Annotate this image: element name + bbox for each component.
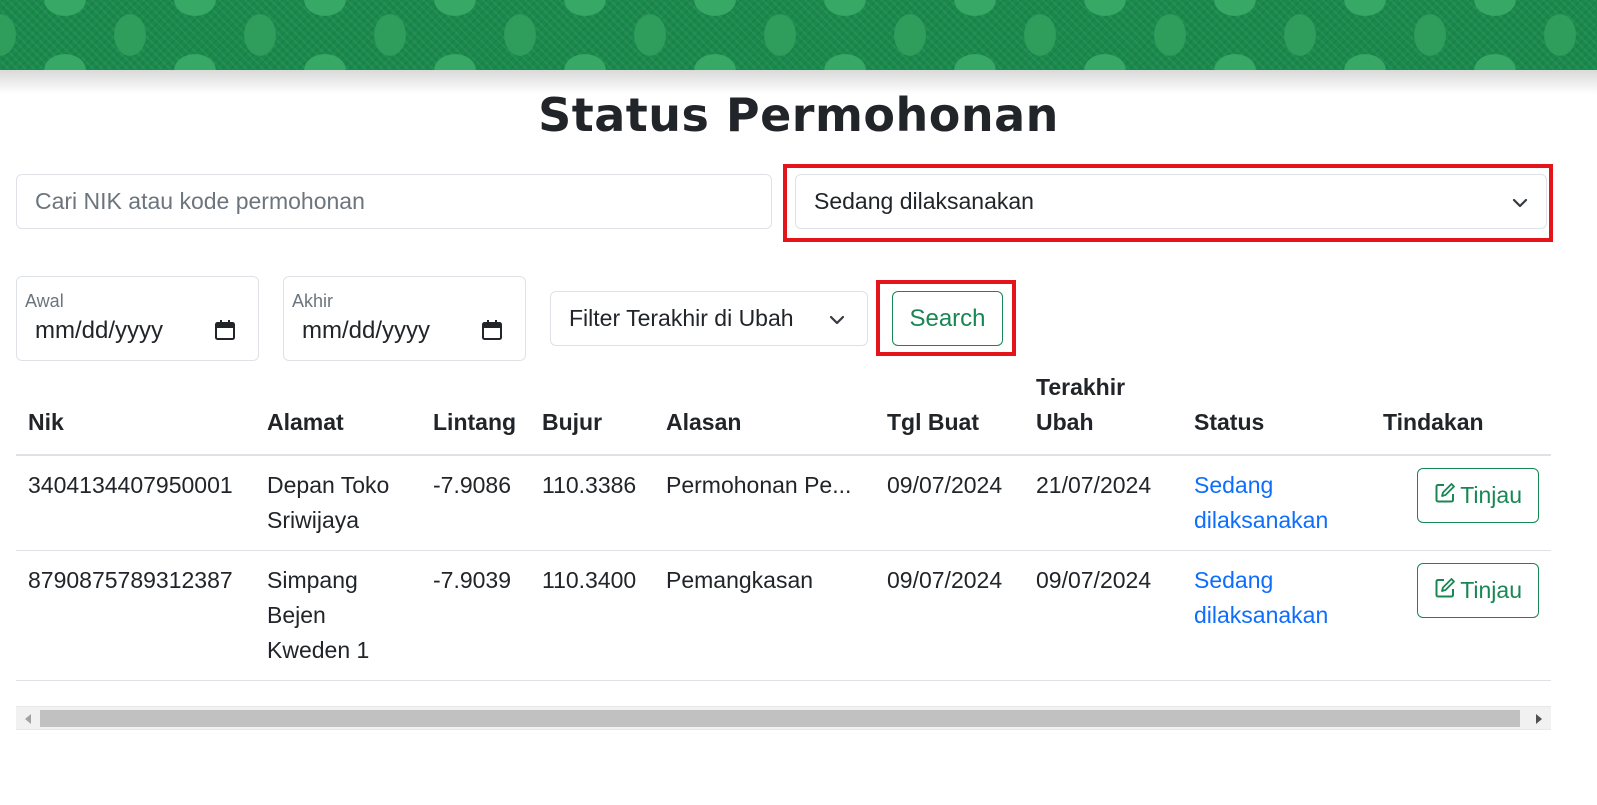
date-start-field[interactable]: Awal mm/dd/yyyy xyxy=(16,276,259,361)
cell-nik: 3404134407950001 xyxy=(16,455,255,551)
col-header-tindakan: Tindakan xyxy=(1371,370,1551,456)
cell-alamat-line: Sriwijaya xyxy=(267,507,360,533)
requests-table: Nik Alamat Lintang Bujur Alasan Tgl Buat… xyxy=(16,370,1551,681)
col-header-lintang[interactable]: Lintang xyxy=(421,370,530,456)
chevron-down-icon xyxy=(1510,192,1530,219)
date-end-field[interactable]: Akhir mm/dd/yyyy xyxy=(283,276,526,361)
page-title: Status Permohonan xyxy=(538,88,1059,142)
header-banner xyxy=(0,0,1597,70)
cell-bujur: 110.3386 xyxy=(530,455,654,551)
cell-alamat-line: Simpang xyxy=(267,567,358,593)
edit-icon xyxy=(1434,482,1456,510)
status-line: dilaksanakan xyxy=(1194,602,1329,628)
sort-filter-select[interactable]: Filter Terakhir di Ubah xyxy=(550,291,868,346)
cell-lintang: -7.9039 xyxy=(421,550,530,681)
cell-bujur: 110.3400 xyxy=(530,550,654,681)
cell-tgl-buat: 09/07/2024 xyxy=(875,455,1024,551)
cell-terakhir-ubah: 21/07/2024 xyxy=(1024,455,1182,551)
cell-terakhir-ubah: 09/07/2024 xyxy=(1024,550,1182,681)
status-line: Sedang xyxy=(1194,472,1274,498)
col-header-bujur[interactable]: Bujur xyxy=(530,370,654,456)
cell-action: Tinjau xyxy=(1371,455,1551,551)
cell-status[interactable]: Sedang dilaksanakan xyxy=(1182,550,1371,681)
cell-alasan: Pemangkasan xyxy=(654,550,875,681)
scroll-right-arrow-icon[interactable] xyxy=(1527,707,1551,731)
status-line: Sedang xyxy=(1194,567,1274,593)
calendar-icon[interactable] xyxy=(214,319,236,345)
col-header-terakhir-ubah-line2: Ubah xyxy=(1036,409,1094,435)
cell-status[interactable]: Sedang dilaksanakan xyxy=(1182,455,1371,551)
cell-action: Tinjau xyxy=(1371,550,1551,681)
col-header-tgl-buat[interactable]: Tgl Buat xyxy=(875,370,1024,456)
status-line: dilaksanakan xyxy=(1194,507,1329,533)
tinjau-button[interactable]: Tinjau xyxy=(1417,468,1539,523)
search-button[interactable]: Search xyxy=(892,291,1003,346)
table-row: 3404134407950001 Depan Toko Sriwijaya -7.… xyxy=(16,455,1551,551)
date-start-label: Awal xyxy=(25,291,64,311)
scrollbar-thumb[interactable] xyxy=(40,710,1520,727)
tinjau-label: Tinjau xyxy=(1460,577,1522,603)
calendar-icon[interactable] xyxy=(481,319,503,345)
tinjau-label: Tinjau xyxy=(1460,482,1522,508)
sort-filter-value: Filter Terakhir di Ubah xyxy=(569,305,794,331)
chevron-down-icon xyxy=(827,309,847,336)
scroll-left-arrow-icon[interactable] xyxy=(16,707,40,731)
col-header-nik[interactable]: Nik xyxy=(16,370,255,456)
status-select[interactable]: Sedang dilaksanakan xyxy=(795,174,1547,229)
date-start-value: mm/dd/yyyy xyxy=(35,317,164,344)
cell-alasan: Permohonan Pe... xyxy=(654,455,875,551)
date-end-value: mm/dd/yyyy xyxy=(302,317,431,344)
cell-lintang: -7.9086 xyxy=(421,455,530,551)
cell-alamat-line: Depan Toko xyxy=(267,472,390,498)
cell-alamat: Depan Toko Sriwijaya xyxy=(255,455,421,551)
cell-alamat-line: Bejen xyxy=(267,602,326,628)
col-header-terakhir-ubah-line1: Terakhir xyxy=(1036,374,1126,400)
tinjau-button[interactable]: Tinjau xyxy=(1417,563,1539,618)
edit-icon xyxy=(1434,577,1456,605)
status-select-value: Sedang dilaksanakan xyxy=(814,188,1034,214)
search-input[interactable] xyxy=(16,174,772,229)
date-end-label: Akhir xyxy=(292,291,334,311)
table-row: 8790875789312387 Simpang Bejen Kweden 1 -7… xyxy=(16,550,1551,681)
cell-alamat-line: Kweden 1 xyxy=(267,637,370,663)
col-header-terakhir-ubah[interactable]: Terakhir Ubah xyxy=(1024,370,1182,456)
cell-tgl-buat: 09/07/2024 xyxy=(875,550,1024,681)
cell-nik: 8790875789312387 xyxy=(16,550,255,681)
col-header-status[interactable]: Status xyxy=(1182,370,1371,456)
col-header-alamat[interactable]: Alamat xyxy=(255,370,421,456)
table-header-row: Nik Alamat Lintang Bujur Alasan Tgl Buat… xyxy=(16,370,1551,456)
horizontal-scrollbar[interactable] xyxy=(16,706,1551,730)
col-header-alasan[interactable]: Alasan xyxy=(654,370,875,456)
cell-alamat: Simpang Bejen Kweden 1 xyxy=(255,550,421,681)
